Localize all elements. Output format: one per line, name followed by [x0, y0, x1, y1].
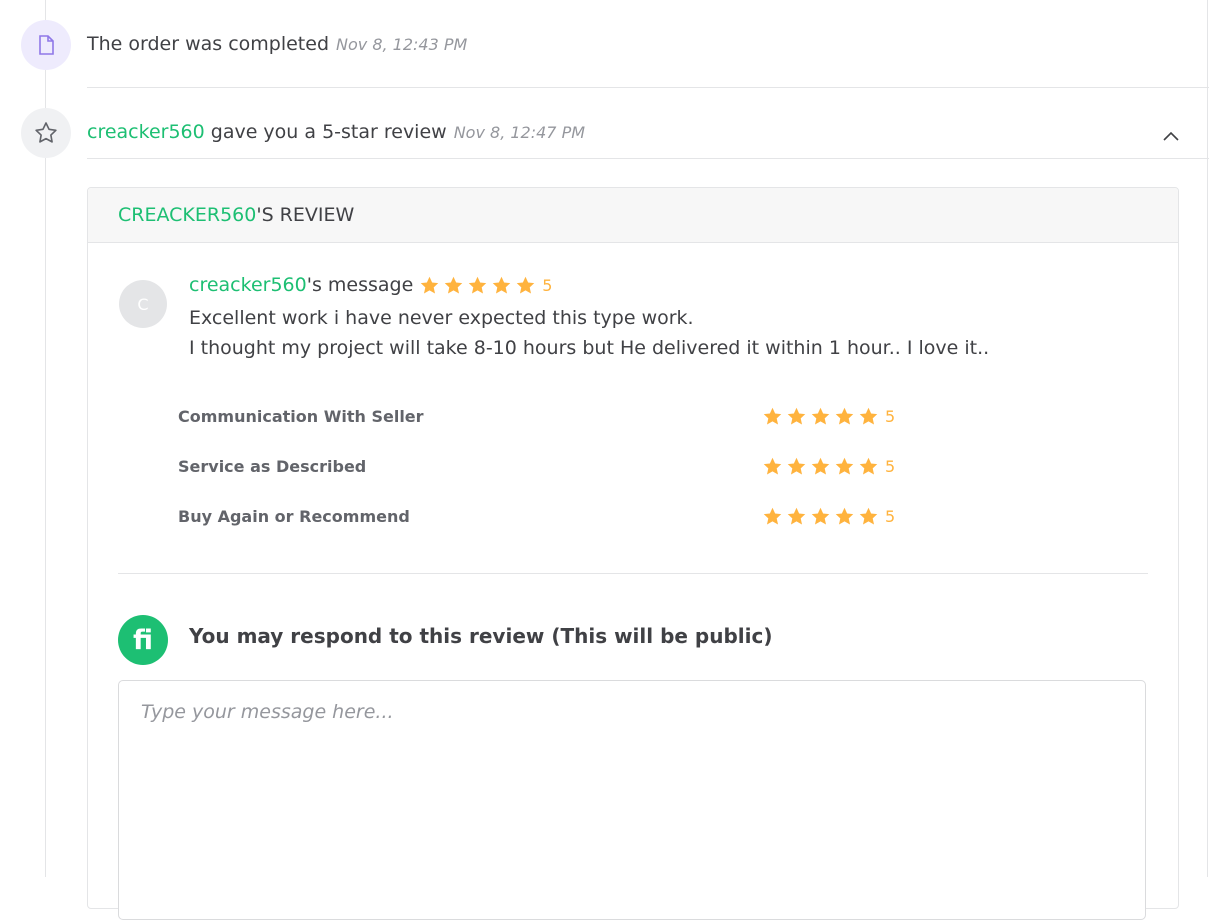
message-title-suffix: 's message: [306, 274, 414, 296]
star-icon: [859, 407, 878, 424]
response-message-input[interactable]: [118, 680, 1146, 920]
criteria-label: Buy Again or Recommend: [178, 506, 410, 526]
review-header-username: CREACKER560: [118, 204, 257, 226]
review-section-divider: [118, 573, 1148, 574]
message-username-link[interactable]: creacker560: [189, 274, 307, 296]
star-icon: [811, 457, 830, 474]
star-icon: [811, 507, 830, 524]
star-icon: [469, 276, 487, 293]
criteria-rating-value: 5: [885, 506, 896, 526]
star-icon: [445, 276, 463, 293]
star-icon: [787, 507, 806, 524]
criteria-label: Communication With Seller: [178, 406, 424, 426]
star-icon: [763, 457, 782, 474]
criteria-row-communication: Communication With Seller 5: [178, 401, 908, 431]
event-description: The order was completed Nov 8, 12:43 PM: [87, 33, 467, 55]
review-message-title: creacker560's message 5: [189, 274, 552, 296]
star-icon: [859, 457, 878, 474]
criteria-rating-value: 5: [885, 406, 896, 426]
star-icon: [421, 276, 439, 293]
respond-title: You may respond to this review (This wil…: [189, 624, 773, 648]
event-divider: [87, 158, 1209, 159]
review-card: CREACKER560 'S REVIEW C creacker560's mes…: [87, 187, 1179, 920]
event-description: creacker560 gave you a 5-star review Nov …: [87, 121, 585, 143]
fiverr-logo: fi: [118, 615, 168, 665]
review-card-header: CREACKER560 'S REVIEW: [88, 188, 1178, 243]
criteria-row-recommend: Buy Again or Recommend 5: [178, 501, 908, 531]
event-timestamp: Nov 8, 12:43 PM: [336, 35, 468, 54]
star-icon: [517, 276, 535, 293]
collapse-chevron-icon[interactable]: [1160, 126, 1182, 148]
review-message-body: Excellent work i have never expected thi…: [189, 303, 989, 363]
criteria-rating-stars: 5: [762, 506, 895, 527]
criteria-rating-stars: 5: [762, 406, 895, 427]
star-icon: [763, 507, 782, 524]
star-icon: [763, 407, 782, 424]
star-icon: [493, 276, 511, 293]
event-text: The order was completed: [87, 33, 330, 55]
star-icon: [811, 407, 830, 424]
star-icon: [835, 457, 854, 474]
criteria-rating-value: 5: [885, 456, 896, 476]
event-text: gave you a 5-star review: [204, 121, 447, 143]
review-message-line: I thought my project will take 8-10 hour…: [189, 337, 990, 359]
star-icon: [787, 407, 806, 424]
reviewer-username-link[interactable]: creacker560: [87, 121, 205, 143]
review-header-suffix: 'S REVIEW: [256, 204, 355, 226]
timeline-event-review: creacker560 gave you a 5-star review Nov …: [0, 88, 1209, 160]
overall-rating-stars: 5: [419, 275, 552, 296]
star-icon: [835, 407, 854, 424]
criteria-row-service: Service as Described 5: [178, 451, 908, 481]
avatar-initial: C: [137, 294, 149, 314]
overall-rating-value: 5: [542, 275, 553, 295]
criteria-label: Service as Described: [178, 456, 367, 476]
event-timestamp: Nov 8, 12:47 PM: [453, 123, 586, 142]
review-message-line: Excellent work i have never expected thi…: [189, 307, 694, 329]
document-icon: [21, 20, 71, 70]
criteria-rating-stars: 5: [762, 456, 895, 477]
avatar: C: [119, 280, 167, 328]
star-icon: [787, 457, 806, 474]
fiverr-logo-text: fi: [132, 624, 153, 656]
timeline-event-order-completed: The order was completed Nov 8, 12:43 PM: [0, 0, 1209, 88]
star-icon: [859, 507, 878, 524]
star-outline-icon: [21, 108, 71, 158]
star-icon: [835, 507, 854, 524]
